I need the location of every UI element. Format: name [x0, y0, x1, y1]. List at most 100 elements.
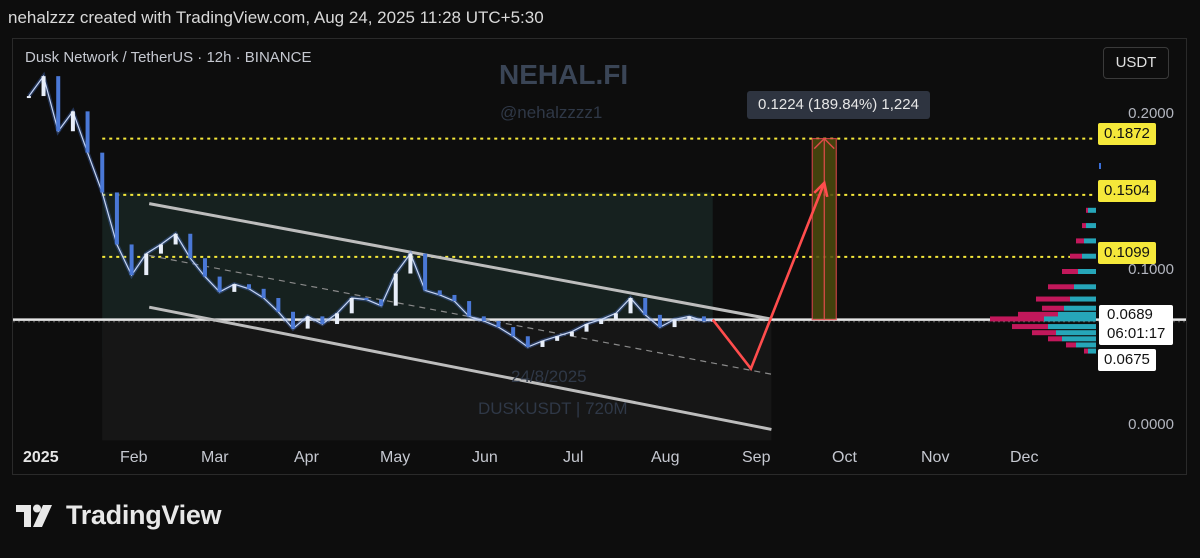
volume-profile-bar-down — [1066, 342, 1076, 348]
candle — [335, 313, 340, 325]
volume-profile-bar-up — [1084, 238, 1096, 244]
volume-profile-bar-down — [1086, 207, 1088, 213]
volume-profile-bar-up — [1064, 305, 1096, 311]
time-label-jun: Jun — [472, 449, 498, 466]
candle — [246, 284, 251, 289]
volume-profile-bar-down — [1032, 330, 1056, 336]
volume-profile-bar-down — [990, 316, 1044, 322]
volume-profile-bar-down — [1084, 348, 1088, 354]
candle — [496, 320, 501, 328]
volume-profile-bar-up — [1058, 311, 1096, 317]
time-label-sep: Sep — [742, 449, 771, 466]
volume-profile-bar-down — [1012, 324, 1048, 330]
time-label-oct: Oct — [832, 449, 857, 466]
candle — [305, 316, 310, 329]
volume-profile-bar-down — [1042, 305, 1064, 311]
candle — [114, 192, 119, 245]
volume-profile-bar-down — [1048, 284, 1074, 290]
volume-profile-bar-down — [1062, 269, 1078, 274]
credit-line: nehalzzz created with TradingView.com, A… — [8, 8, 544, 27]
volume-profile-bar-up — [1048, 324, 1096, 330]
time-label-jul: Jul — [563, 449, 584, 466]
candle — [672, 319, 677, 328]
price-tag-target-mid: 0.1504 — [1098, 180, 1156, 202]
candle — [437, 290, 442, 295]
candle — [525, 336, 530, 347]
chart-pane[interactable]: Dusk Network / TetherUS · 12h · BINANCE … — [12, 38, 1187, 475]
candle — [291, 311, 296, 329]
candle — [85, 111, 90, 153]
time-label-nov: Nov — [921, 449, 950, 466]
candle — [320, 316, 325, 325]
candle — [408, 253, 413, 274]
current-price: 0.0689 — [1107, 306, 1153, 323]
candle — [481, 316, 486, 321]
volume-profile-bar-down — [1076, 238, 1084, 244]
candle — [129, 244, 134, 276]
watermark-ticker: DUSKUSDT | 720M — [478, 399, 628, 418]
candle — [217, 276, 222, 292]
candle — [158, 244, 163, 254]
volume-profile-bar-up — [1044, 316, 1096, 322]
tradingview-wordmark: TradingView — [66, 500, 222, 530]
time-label-may: May — [380, 449, 411, 466]
volume-profile-bar-down — [1048, 336, 1062, 342]
candle — [555, 336, 560, 341]
volume-profile-bar-up — [1082, 253, 1096, 259]
tradingview-logo-icon — [16, 504, 52, 527]
currency-button[interactable]: USDT — [1103, 47, 1169, 79]
channel-lower-zone — [102, 319, 772, 441]
volume-profile-bar-up — [1056, 330, 1096, 336]
volume-profile-bar-down — [1070, 253, 1082, 259]
candle — [643, 298, 648, 315]
candle — [701, 316, 706, 321]
candle — [393, 273, 398, 306]
candle — [540, 340, 545, 347]
volume-profile-bar-down — [1082, 223, 1086, 229]
candle — [173, 233, 178, 245]
volume-profile-bar-down — [1018, 311, 1058, 317]
symbol-line: Dusk Network / TetherUS · 12h · BINANCE — [25, 49, 312, 66]
price-label-zero: 0.0000 — [1128, 416, 1174, 433]
volume-profile-bar-up — [1088, 348, 1096, 354]
price-tag-target-high: 0.1872 — [1098, 123, 1156, 145]
candle — [584, 324, 589, 332]
candle — [423, 253, 428, 291]
price-tag-support: 0.0675 — [1098, 349, 1156, 371]
time-label-apr: Apr — [294, 449, 319, 466]
volume-profile-bar-up — [1086, 223, 1096, 229]
watermark-date: 24/8/2025 — [511, 367, 587, 386]
candle — [599, 319, 604, 325]
candle — [100, 152, 105, 193]
tradingview-footer[interactable]: TradingView — [16, 500, 222, 531]
volume-profile-bar-up — [1074, 284, 1096, 290]
candle — [188, 233, 193, 259]
volume-profile-bar-up — [1088, 207, 1096, 213]
time-label-2025: 2025 — [23, 449, 59, 466]
time-label-dec: Dec — [1010, 449, 1039, 466]
candle — [276, 298, 281, 312]
candle — [687, 316, 692, 320]
candle — [56, 76, 61, 132]
candle — [364, 298, 369, 301]
time-label-feb: Feb — [120, 449, 148, 466]
candle — [613, 313, 618, 320]
candle — [628, 298, 633, 314]
candle — [41, 76, 46, 97]
candle — [379, 299, 384, 306]
bar-countdown: 06:01:17 — [1107, 325, 1166, 342]
watermark-brand: NEHAL.FI — [499, 59, 629, 90]
volume-profile-bar-down — [1036, 296, 1070, 302]
measure-tooltip: 0.1224 (189.84%) 1,224 — [747, 91, 930, 119]
candle — [511, 327, 516, 337]
candle — [349, 298, 354, 314]
price-label-top: 0.2000 — [1128, 105, 1174, 122]
candle — [70, 111, 75, 132]
volume-profile-bar-up — [1070, 296, 1096, 302]
candle — [261, 288, 266, 299]
volume-profile-bar-up — [1062, 336, 1096, 342]
volume-profile-bar-up — [1078, 269, 1096, 274]
price-tag-current: 0.0689 06:01:17 — [1099, 305, 1173, 345]
volume-profile-bar-up — [1076, 342, 1096, 348]
watermark-handle: @nehalzzzz1 — [500, 103, 603, 122]
